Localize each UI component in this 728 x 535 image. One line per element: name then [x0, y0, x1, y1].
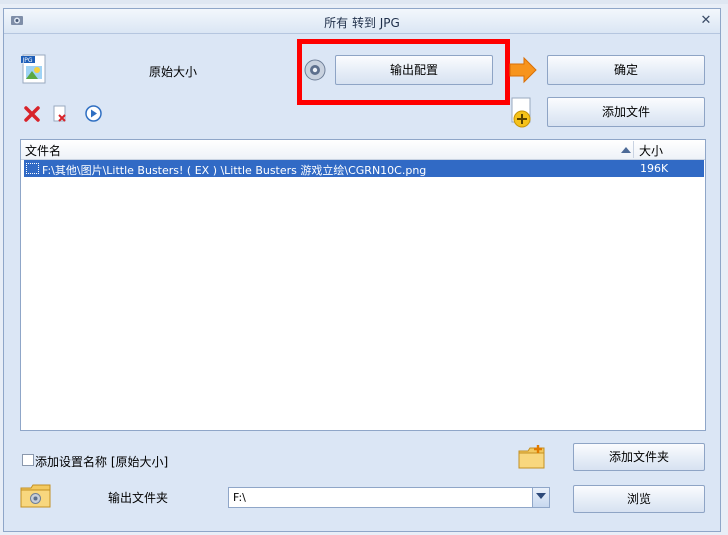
- size-mode-label: 原始大小: [149, 65, 198, 79]
- title-bar: 所有 转到 JPG ✕: [4, 9, 720, 34]
- add-folder-button[interactable]: 添加文件夹: [573, 443, 705, 471]
- delete-icon[interactable]: [24, 106, 40, 122]
- add-setting-name-label: 添加设置名称 [原始大小]: [35, 455, 169, 469]
- remove-file-icon[interactable]: [52, 105, 68, 123]
- output-folder-icon: [20, 484, 51, 508]
- file-name-cell: F:\其他\图片\Little Busters! ( EX ) \Little …: [42, 164, 427, 177]
- background-strip: [0, 0, 728, 4]
- file-list-header: 文件名 大小: [21, 140, 705, 160]
- add-folder-icon[interactable]: [517, 443, 547, 471]
- file-icon: [26, 163, 39, 174]
- highlight-box: [297, 39, 510, 105]
- dialog-window: 所有 转到 JPG ✕ JPG 原始大小 输出配置 确定 添加文件 文件名 大小…: [3, 8, 721, 532]
- window-title: 所有 转到 JPG: [324, 16, 400, 30]
- jpg-format-icon: JPG: [21, 54, 46, 84]
- file-size-cell: 196K: [640, 162, 669, 175]
- dropdown-arrow-icon[interactable]: [532, 488, 549, 507]
- add-file-button[interactable]: 添加文件: [547, 97, 705, 127]
- close-icon[interactable]: ✕: [698, 13, 714, 29]
- play-icon[interactable]: [85, 105, 102, 122]
- sort-ascending-icon: [621, 147, 631, 153]
- column-separator[interactable]: [633, 141, 634, 158]
- output-folder-label: 输出文件夹: [108, 491, 169, 505]
- ok-button[interactable]: 确定: [547, 55, 705, 85]
- browse-button[interactable]: 浏览: [573, 485, 705, 513]
- add-file-icon[interactable]: [510, 97, 534, 129]
- arrow-right-icon: [509, 56, 537, 84]
- output-folder-select[interactable]: F:\: [228, 487, 550, 508]
- column-header-size[interactable]: 大小: [639, 142, 663, 159]
- file-list[interactable]: 文件名 大小 F:\其他\图片\Little Busters! ( EX ) \…: [20, 139, 706, 431]
- column-header-filename[interactable]: 文件名: [25, 142, 61, 159]
- add-setting-name-checkbox[interactable]: [22, 454, 34, 466]
- output-folder-value: F:\: [233, 491, 246, 504]
- table-row[interactable]: F:\其他\图片\Little Busters! ( EX ) \Little …: [24, 160, 704, 177]
- svg-text:JPG: JPG: [22, 57, 33, 64]
